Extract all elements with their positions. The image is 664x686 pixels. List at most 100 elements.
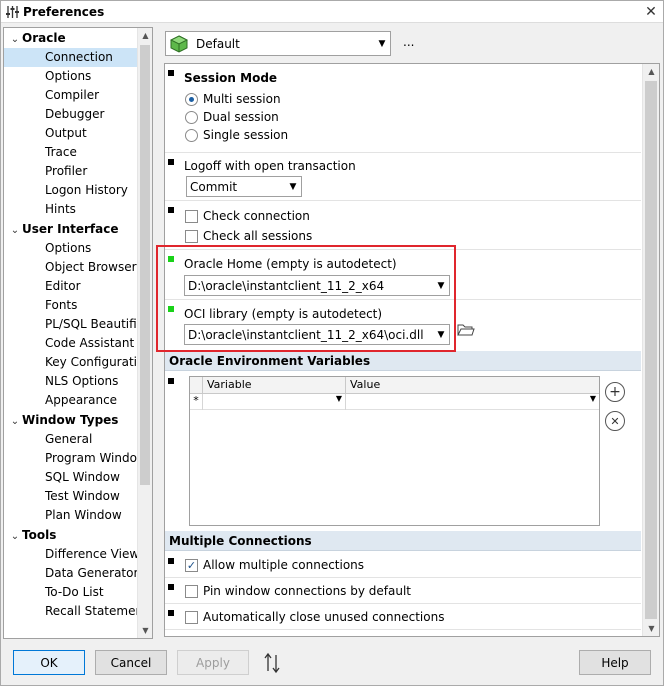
checkbox[interactable]: [185, 209, 198, 223]
tree-item[interactable]: Data Generator: [4, 564, 139, 583]
chevron-down-icon[interactable]: ▼: [285, 182, 301, 192]
checkbox[interactable]: [185, 584, 198, 598]
add-variable-icon[interactable]: +: [605, 382, 625, 402]
tree-item[interactable]: Trace: [4, 143, 139, 162]
tree-group[interactable]: ⌄ User Interface: [4, 219, 139, 239]
connection-check-section: Check connection Check all sessions: [165, 201, 641, 250]
auto-close-section: Automatically close unused connections: [165, 604, 641, 630]
section-marker: [168, 378, 174, 384]
tree-item[interactable]: Editor: [4, 277, 139, 296]
allow-multiple-option[interactable]: ✓ Allow multiple connections: [185, 556, 364, 574]
oracle-home-dropdown[interactable]: D:\oracle\instantclient_11_2_x64 ▼: [184, 275, 450, 296]
tree-item[interactable]: Compiler: [4, 86, 139, 105]
chevron-down-icon[interactable]: ▼: [374, 39, 390, 49]
column-variable[interactable]: Variable: [207, 378, 252, 391]
radio-button[interactable]: [185, 92, 198, 106]
scroll-up-icon[interactable]: ▲: [138, 28, 152, 43]
tree-item[interactable]: Options: [4, 239, 139, 258]
sort-arrows-icon[interactable]: [263, 652, 281, 674]
radio-button[interactable]: [185, 110, 198, 124]
value-cell[interactable]: ▼: [346, 394, 599, 410]
chevron-down-icon[interactable]: ⌄: [8, 221, 22, 239]
tree-group[interactable]: ⌄ Oracle: [4, 28, 139, 48]
tree-item[interactable]: Profiler: [4, 162, 139, 181]
checkbox-label: Check all sessions: [203, 229, 313, 243]
section-marker: [168, 584, 174, 590]
profile-more-button[interactable]: ...: [403, 35, 414, 49]
tree-item[interactable]: Output: [4, 124, 139, 143]
env-vars-grid[interactable]: Variable Value * ▼ ▼: [189, 376, 600, 526]
check-all-sessions-option[interactable]: Check all sessions: [185, 227, 312, 245]
tree-item[interactable]: Options: [4, 67, 139, 86]
scroll-down-icon[interactable]: ▼: [138, 623, 152, 638]
close-icon[interactable]: ✕: [643, 4, 659, 20]
cancel-button[interactable]: Cancel: [95, 650, 167, 675]
tree-item[interactable]: Code Assistant: [4, 334, 139, 353]
checkbox-checked[interactable]: ✓: [185, 558, 198, 572]
tree-item[interactable]: Appearance: [4, 391, 139, 410]
tree-item[interactable]: Object Browser: [4, 258, 139, 277]
tree-item[interactable]: Connection: [4, 48, 139, 67]
tree-item[interactable]: Fonts: [4, 296, 139, 315]
chevron-down-icon[interactable]: ▼: [433, 281, 449, 291]
tree-item[interactable]: Difference Viewer: [4, 545, 139, 564]
remove-variable-icon[interactable]: ✕: [605, 411, 625, 431]
column-value[interactable]: Value: [350, 378, 380, 391]
preferences-window: Preferences ✕ ⌄ Oracle Connection Options Co…: [0, 0, 664, 686]
chevron-down-icon[interactable]: ⌄: [8, 412, 22, 430]
panel-scrollbar[interactable]: ▲ ▼: [642, 64, 659, 636]
scroll-up-icon[interactable]: ▲: [643, 64, 659, 79]
oracle-home-label: Oracle Home (empty is autodetect): [184, 257, 397, 271]
tree-scrollbar[interactable]: ▲ ▼: [137, 28, 152, 638]
scroll-thumb[interactable]: [645, 81, 657, 619]
chevron-down-icon[interactable]: ⌄: [8, 527, 22, 545]
tree-item[interactable]: SQL Window: [4, 468, 139, 487]
oracle-home-value: D:\oracle\instantclient_11_2_x64: [188, 278, 385, 293]
radio-dual-session[interactable]: Dual session: [185, 108, 279, 126]
check-connection-option[interactable]: Check connection: [185, 207, 310, 225]
apply-button[interactable]: Apply: [177, 650, 249, 675]
variable-cell[interactable]: ▼: [203, 394, 346, 410]
settings-panel: Session Mode Multi session Dual session …: [164, 63, 660, 637]
radio-label: Multi session: [203, 92, 281, 106]
tree-item[interactable]: Recall Statement: [4, 602, 139, 621]
scroll-thumb[interactable]: [140, 45, 150, 485]
window-title: Preferences: [23, 4, 105, 19]
oci-library-dropdown[interactable]: D:\oracle\instantclient_11_2_x64\oci.dll…: [184, 324, 450, 345]
checkbox[interactable]: [185, 229, 198, 243]
category-tree[interactable]: ⌄ Oracle Connection Options Compiler Debugger…: [3, 27, 153, 639]
tree-item[interactable]: Debugger: [4, 105, 139, 124]
radio-multi-session[interactable]: Multi session: [185, 90, 281, 108]
help-button[interactable]: Help: [579, 650, 651, 675]
chevron-down-icon[interactable]: ▼: [590, 394, 596, 403]
profile-dropdown[interactable]: Default ▼: [165, 31, 391, 56]
scroll-down-icon[interactable]: ▼: [643, 621, 659, 636]
folder-icon[interactable]: [457, 323, 475, 337]
tree-item[interactable]: Hints: [4, 200, 139, 219]
ok-button[interactable]: OK: [13, 650, 85, 675]
auto-close-option[interactable]: Automatically close unused connections: [185, 608, 444, 626]
grid-new-row[interactable]: * ▼ ▼: [190, 394, 599, 410]
chevron-down-icon[interactable]: ▼: [336, 394, 342, 403]
tree-item[interactable]: Logon History: [4, 181, 139, 200]
chevron-down-icon[interactable]: ⌄: [8, 30, 22, 48]
radio-button[interactable]: [185, 128, 198, 142]
logoff-dropdown[interactable]: Commit ▼: [186, 176, 302, 197]
checkbox[interactable]: [185, 610, 198, 624]
tree-group[interactable]: ⌄ Tools: [4, 525, 139, 545]
title-bar: Preferences ✕: [1, 1, 663, 23]
tree-item[interactable]: PL/SQL Beautifier: [4, 315, 139, 334]
profile-cube-icon: [170, 34, 188, 53]
tree-item[interactable]: To-Do List: [4, 583, 139, 602]
tree-group[interactable]: ⌄ Window Types: [4, 410, 139, 430]
radio-single-session[interactable]: Single session: [185, 126, 288, 144]
pin-window-option[interactable]: Pin window connections by default: [185, 582, 411, 600]
tree-item[interactable]: Key Configuration: [4, 353, 139, 372]
tree-item[interactable]: Test Window: [4, 487, 139, 506]
section-marker: [168, 610, 174, 616]
tree-item[interactable]: NLS Options: [4, 372, 139, 391]
tree-item[interactable]: Program Window: [4, 449, 139, 468]
tree-item[interactable]: General: [4, 430, 139, 449]
tree-item[interactable]: Plan Window: [4, 506, 139, 525]
chevron-down-icon[interactable]: ▼: [433, 330, 449, 340]
